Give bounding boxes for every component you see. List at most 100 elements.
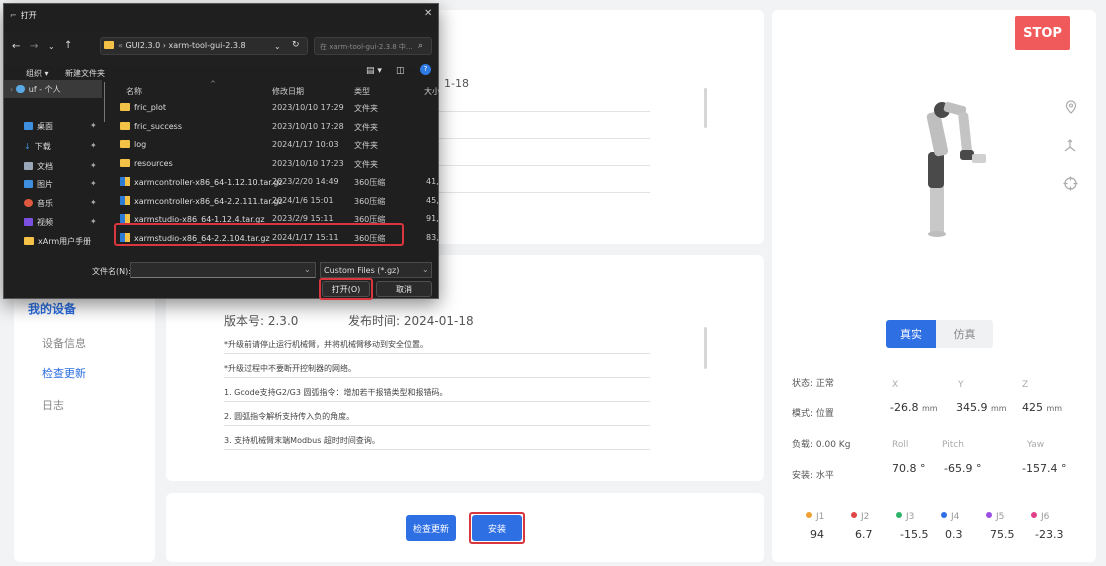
download-icon: ↓ bbox=[24, 142, 31, 151]
joint-value: 6.7 bbox=[855, 528, 873, 541]
file-date: 2023/10/10 17:29 bbox=[272, 103, 344, 112]
dialog-title: ⌐ 打开 bbox=[10, 11, 37, 20]
joint-label: J5 bbox=[986, 512, 1004, 522]
file-date: 2023/2/20 14:49 bbox=[272, 177, 339, 186]
column-date[interactable]: 修改日期 bbox=[272, 86, 304, 97]
file-row[interactable]: resources 2023/10/10 17:23 文件夹 bbox=[118, 156, 436, 174]
music-icon bbox=[24, 199, 33, 207]
file-open-dialog: ⌐ 打开 ✕ ← → ⌄ ↑ « GUI2.3.0 › xarm-tool-gui… bbox=[3, 3, 440, 300]
joint-dot-icon bbox=[986, 512, 992, 518]
folder-icon bbox=[120, 121, 130, 130]
scrollbar[interactable] bbox=[704, 327, 707, 369]
nav-item-log[interactable]: 日志 bbox=[42, 397, 64, 413]
address-dropdown-icon[interactable]: ⌄ bbox=[274, 42, 281, 51]
sidebar-item-music[interactable]: 音乐 ✦ bbox=[24, 198, 97, 209]
file-row[interactable]: log 2024/1/17 10:03 文件夹 bbox=[118, 137, 436, 155]
file-name: fric_success bbox=[120, 121, 182, 131]
z-value: 425 mm bbox=[1022, 401, 1063, 414]
sidebar-item-xarm-manual[interactable]: xArm用户手册 bbox=[24, 236, 91, 247]
crosshair-icon[interactable] bbox=[1063, 176, 1078, 191]
date-fragment: 1-18 bbox=[444, 77, 469, 90]
joint-dot-icon bbox=[1031, 512, 1037, 518]
file-type: 文件夹 bbox=[354, 141, 378, 150]
sidebar-item-desktop[interactable]: 桌面 ✦ bbox=[24, 121, 97, 132]
sidebar-item-pictures[interactable]: 图片 ✦ bbox=[24, 179, 97, 190]
folder-icon bbox=[24, 237, 34, 245]
highlight-box bbox=[319, 278, 373, 300]
pin-icon: ✦ bbox=[90, 121, 97, 130]
pin-icon: ✦ bbox=[90, 161, 97, 170]
mount-label: 安装: 水平 bbox=[792, 471, 834, 481]
filename-input[interactable] bbox=[130, 262, 316, 278]
release-note: *升级过程中不要断开控制器的网络。 bbox=[224, 364, 356, 373]
view-menu-icon[interactable]: ▤ ▾ bbox=[366, 66, 382, 76]
robot-arm-image bbox=[926, 101, 986, 237]
axis-icon[interactable] bbox=[1062, 138, 1078, 154]
nav-group-my-device[interactable]: 我的设备 bbox=[28, 300, 76, 317]
help-icon[interactable]: ? bbox=[420, 64, 431, 75]
preview-pane-icon[interactable]: ◫ bbox=[396, 66, 405, 76]
y-value: 345.9 mm bbox=[956, 401, 1007, 414]
file-size: 83, bbox=[426, 232, 439, 242]
file-size: 45, bbox=[426, 195, 439, 205]
nav-item-device-info[interactable]: 设备信息 bbox=[42, 335, 86, 351]
document-icon bbox=[24, 162, 33, 170]
sidebar-item-personal[interactable]: › uf - 个人 bbox=[10, 84, 61, 95]
roll-value: 70.8 ° bbox=[892, 462, 926, 475]
check-update-button[interactable]: 检查更新 bbox=[406, 515, 456, 541]
yaw-value: -157.4 ° bbox=[1022, 462, 1067, 475]
joint-value: -15.5 bbox=[900, 528, 929, 541]
file-date: 2023/10/10 17:28 bbox=[272, 121, 344, 131]
column-name[interactable]: 名称 bbox=[126, 86, 142, 97]
file-row[interactable]: fric_plot 2023/10/10 17:29 文件夹 bbox=[118, 100, 436, 118]
release-note: 2. 圆弧指令解析支持传入负的角度。 bbox=[224, 412, 355, 421]
back-arrow-icon[interactable]: ← bbox=[12, 41, 20, 52]
pin-icon: ✦ bbox=[90, 198, 97, 207]
location-pin-icon[interactable] bbox=[1065, 100, 1077, 114]
forward-arrow-icon[interactable]: → bbox=[30, 41, 38, 52]
stop-button[interactable]: STOP bbox=[1015, 16, 1070, 50]
scrollbar[interactable] bbox=[704, 88, 707, 128]
nav-item-check-update[interactable]: 检查更新 bbox=[42, 365, 86, 381]
roll-header: Roll bbox=[892, 440, 909, 450]
file-date: 2024/1/6 15:01 bbox=[272, 195, 334, 205]
pin-icon: ✦ bbox=[90, 179, 97, 188]
file-size: 41, bbox=[426, 177, 439, 186]
refresh-icon[interactable]: ↻ bbox=[292, 40, 300, 50]
cancel-button[interactable]: 取消 bbox=[376, 281, 432, 297]
x-header: X bbox=[892, 380, 899, 390]
video-icon bbox=[24, 218, 33, 226]
mode-real-toggle[interactable]: 真实 bbox=[886, 320, 936, 348]
mode-sim-toggle[interactable]: 仿真 bbox=[936, 320, 993, 348]
close-icon[interactable]: ✕ bbox=[424, 8, 432, 19]
z-header: Z bbox=[1022, 380, 1029, 390]
dialog-app-icon: ⌐ bbox=[10, 11, 17, 20]
file-row[interactable]: xarmcontroller-x86_64-2.2.111.tar.gz 2024… bbox=[118, 193, 439, 211]
file-type-dropdown-icon[interactable]: ⌄ bbox=[422, 265, 429, 274]
folder-icon bbox=[120, 158, 130, 167]
column-size[interactable]: 大小 bbox=[424, 86, 440, 97]
recent-dropdown-icon[interactable]: ⌄ bbox=[48, 42, 55, 51]
cloud-icon bbox=[15, 85, 25, 93]
robot-panel: STOP 真实 仿真 状态: 正常 模式: 位置 负载: 0.00 Kg 安装:… bbox=[772, 10, 1096, 562]
archive-icon bbox=[120, 214, 130, 223]
filename-dropdown-icon[interactable]: ⌄ bbox=[304, 265, 311, 274]
joint-dot-icon bbox=[851, 512, 857, 518]
file-row[interactable]: xarmcontroller-x86_64-1.12.10.tar.gz 2023… bbox=[118, 174, 439, 192]
sidebar-item-videos[interactable]: 视频 ✦ bbox=[24, 217, 97, 228]
sidebar-item-documents[interactable]: 文档 ✦ bbox=[24, 161, 97, 172]
joint-label: J1 bbox=[806, 512, 824, 522]
organize-button[interactable]: 组织 ▾ bbox=[26, 68, 49, 79]
breadcrumb: « GUI2.3.0 › xarm-tool-gui-2.3.8 bbox=[104, 41, 246, 50]
up-arrow-icon[interactable]: ↑ bbox=[64, 40, 72, 51]
joint-dot-icon bbox=[941, 512, 947, 518]
folder-icon bbox=[120, 140, 130, 148]
search-icon: ⌕ bbox=[418, 41, 424, 51]
file-name: resources bbox=[120, 158, 173, 168]
file-type: 文件夹 bbox=[354, 104, 378, 113]
new-folder-button[interactable]: 新建文件夹 bbox=[65, 68, 105, 79]
column-type[interactable]: 类型 bbox=[354, 86, 370, 97]
sidebar-item-downloads[interactable]: ↓ 下载 ✦ bbox=[24, 141, 97, 152]
archive-icon bbox=[120, 195, 130, 205]
file-row[interactable]: fric_success 2023/10/10 17:28 文件夹 bbox=[118, 119, 436, 137]
